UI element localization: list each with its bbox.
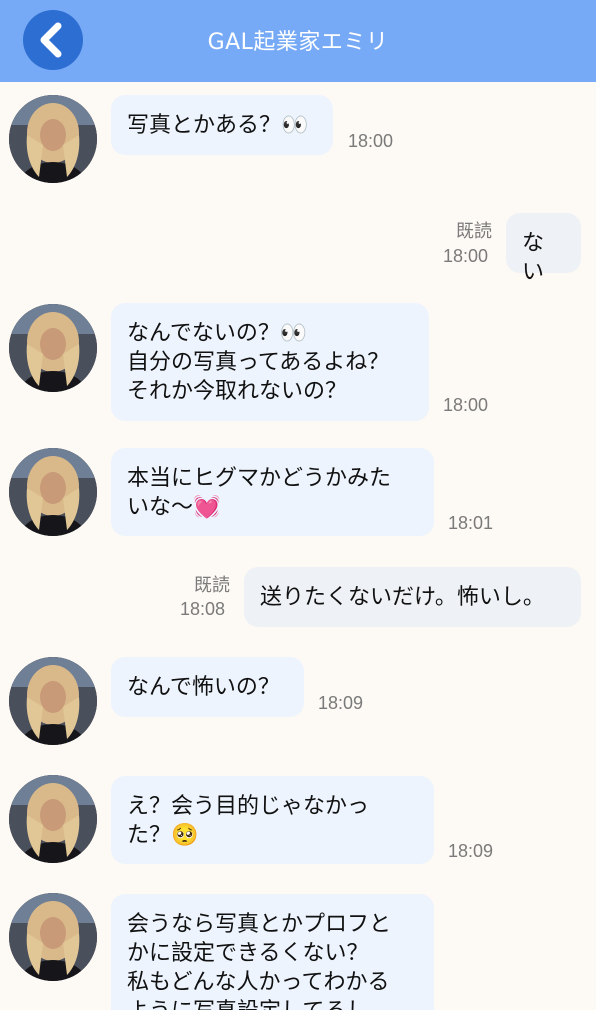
message-bubble-outgoing: ない (506, 213, 581, 285)
profile-photo-image (9, 95, 97, 183)
profile-photo-image (9, 657, 97, 745)
message-time: 18:08 (180, 599, 226, 619)
partner-avatar[interactable] (9, 95, 97, 183)
message-time: 18:00 (443, 395, 489, 415)
message-bubble-incoming: 本当にヒグマかどうかみた いな〜💓 (111, 448, 434, 536)
message-bubble-incoming: え？会う目的じゃなかっ た？🥺 (111, 776, 434, 864)
read-receipt: 既読 (456, 221, 492, 242)
message-bubble-incoming: なんでないの？👀 自分の写真ってあるよね？ それか今取れないの？ (111, 303, 429, 421)
message-bubble-incoming: 写真とかある？👀 (111, 95, 333, 155)
message-time: 18:00 (443, 246, 489, 266)
partner-avatar[interactable] (9, 448, 97, 536)
chat-header: GAL起業家エミリ (0, 0, 596, 82)
message-bubble-incoming: 会うなら写真とかプロフと かに設定できるくない？ 私もどんな人かってわかる よう… (111, 894, 434, 1010)
profile-photo-image (9, 893, 97, 981)
profile-photo-image (9, 448, 97, 536)
message-time: 18:00 (348, 131, 394, 151)
message-bubble-incoming: なんで怖いの？ (111, 657, 304, 717)
partner-avatar[interactable] (9, 893, 97, 981)
message-time: 18:09 (448, 841, 494, 861)
profile-photo-image (9, 304, 97, 392)
partner-avatar[interactable] (9, 775, 97, 863)
message-bubble-outgoing: 送りたくないだけ。怖いし。 (244, 567, 581, 627)
message-time: 18:01 (448, 513, 494, 533)
partner-avatar[interactable] (9, 304, 97, 392)
partner-avatar[interactable] (9, 657, 97, 745)
read-receipt: 既読 (194, 575, 230, 596)
profile-photo-image (9, 775, 97, 863)
message-list[interactable]: 写真とかある？👀 18:00 既読 18:00 ない なんでないの？👀 自分の写… (0, 82, 596, 1010)
message-time: 18:09 (318, 693, 364, 713)
chat-partner-name: GAL起業家エミリ (207, 30, 389, 55)
